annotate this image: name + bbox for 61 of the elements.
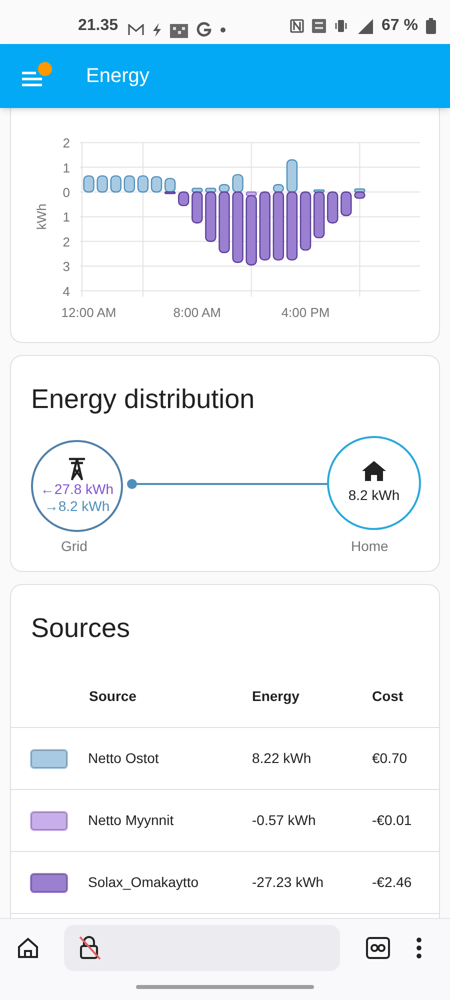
table-cell-text: -27.23 kWh [252,873,325,892]
bar [340,191,352,216]
mail-icon [128,24,144,36]
bar [327,191,338,224]
nfc-icon [290,19,304,33]
bar [137,175,149,193]
table-cell-text: Netto Myynnit [88,811,175,830]
bar [178,191,190,206]
volte-icon [312,19,326,33]
column-header: Cost [372,687,404,706]
table-cell-text: -0.57 kWh [252,811,317,830]
consumed-energy: →8.2 kWh [44,498,110,515]
bar [300,191,312,251]
grid-icon [170,22,188,38]
y-tick-label: 4 [62,284,70,299]
signal-icon [356,18,374,34]
bar [259,191,270,261]
bar [110,175,122,193]
y-tick-label: 2 [62,234,70,250]
column-header: Source [88,687,138,706]
bar [96,175,108,193]
x-tick-label: 4:00 PM [281,305,330,320]
card-title: Energy distribution [30,383,256,415]
bar [83,175,94,193]
table-cell-text: 8.22 kWh [252,749,312,768]
vibrate-icon [334,19,348,33]
returned-energy: ←27.8 kWh [40,481,114,498]
table-cell-text: Netto Ostot [88,749,160,768]
table-cell-text: €0.70 [372,749,408,768]
table-cell-text: -€2.46 [372,873,413,892]
column-header: Energy [252,687,300,706]
page-title: Energy [86,64,150,89]
insecure-lock-icon [78,935,102,961]
battery-level: 67 % [382,16,418,36]
x-tick-label: 8:00 AM [173,305,221,320]
more-icon[interactable] [416,937,422,959]
y-tick-label: 1 [62,160,70,176]
y-tick-label: 1 [62,210,70,225]
bar [124,175,136,193]
y-axis-label: kWh [34,204,49,230]
bolt-icon [152,23,162,37]
home-energy: 8.2 kWh [348,486,400,504]
tabs-icon[interactable] [366,937,390,959]
table-cell-text: -€0.01 [372,811,413,830]
g-icon [196,22,212,38]
y-tick-label: 3 [62,259,70,274]
home-icon [362,460,386,480]
y-tick-label: 2 [62,136,70,151]
status-time: 21.35 [78,16,118,36]
dot-icon [220,27,226,33]
menu-icon [22,71,44,87]
bar [150,176,162,193]
power-tower-icon [67,457,87,481]
home-button[interactable] [16,936,40,960]
grid-label: Grid [61,537,88,556]
home-label: Home [351,537,388,556]
x-tick-label: 12:00 AM [61,305,116,320]
y-tick-label: 0 [62,185,70,200]
card-title: Sources [30,612,132,644]
battery-icon [426,18,436,34]
table-cell-text: Solax_Omakaytto [88,873,200,892]
